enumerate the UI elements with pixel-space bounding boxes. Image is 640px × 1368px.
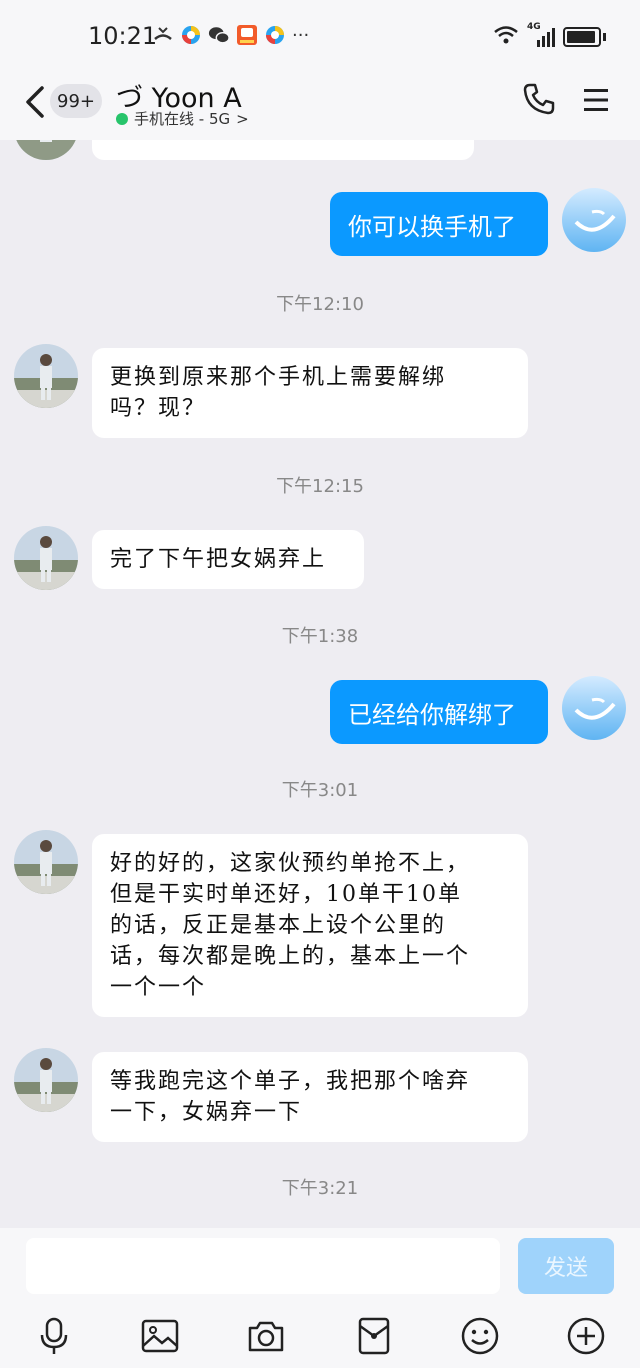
message-line: 一个一个: [110, 975, 207, 1000]
message-bubble-outgoing[interactable]: 你可以换手机了: [330, 192, 548, 256]
input-bar: 发送: [0, 1228, 640, 1368]
battery-icon: [563, 27, 601, 47]
unread-count-badge[interactable]: 99+: [50, 84, 102, 118]
status-text: 手机在线 - 5G: [134, 110, 231, 128]
contact-avatar[interactable]: [14, 344, 78, 408]
message-line: 完了下午把女娲弃上: [110, 547, 327, 572]
image-icon[interactable]: [140, 1316, 180, 1356]
system-icons: 4G: [493, 22, 606, 50]
message-bubble-incoming[interactable]: 完了下午把女娲弃上: [92, 530, 364, 589]
status-time: 10:21: [88, 22, 158, 50]
timestamp: 下午12:15: [276, 476, 364, 497]
message-line: 一下，女娲弃一下: [110, 1100, 303, 1125]
my-avatar[interactable]: [562, 188, 626, 252]
contact-avatar[interactable]: [14, 1048, 78, 1112]
my-avatar[interactable]: [562, 676, 626, 740]
online-status-icon: [116, 112, 128, 125]
message-bubble-incoming[interactable]: 等我跑完这个单子，我把那个啥弃 一下，女娲弃一下: [92, 1052, 528, 1142]
microphone-icon[interactable]: [34, 1316, 74, 1356]
more-notifications: ···: [292, 24, 310, 46]
message-line: 吗？现？: [110, 396, 207, 421]
timestamp: 下午12:10: [276, 294, 364, 315]
message-bubble-incoming[interactable]: 好的好的，这家伙预约单抢不上， 但是干实时单还好，10单干10单 的话，反正是基…: [92, 834, 528, 1017]
avatar[interactable]: [14, 140, 78, 160]
plus-icon[interactable]: [566, 1316, 606, 1356]
message-text: 已经给你解绑了: [348, 700, 516, 729]
contact-avatar[interactable]: [14, 526, 78, 590]
chat-header: 99+ づ Yoon A 手机在线 - 5G >: [0, 72, 640, 140]
message-text: 你可以换手机了: [348, 212, 516, 241]
emoji-icon[interactable]: [460, 1316, 500, 1356]
contact-status[interactable]: 手机在线 - 5G >: [116, 108, 249, 129]
message-bubble-incoming[interactable]: 更换到原来那个手机上需要解绑 吗？现？: [92, 348, 528, 438]
missed-call-icon: [152, 24, 174, 46]
app-badge-icon: [236, 24, 258, 46]
back-button[interactable]: [20, 82, 48, 122]
chevron-right-icon: >: [236, 109, 249, 128]
qq-browser-icon: [264, 24, 286, 46]
status-bar: 10:21 ··· 4G: [0, 0, 640, 72]
timestamp: 下午3:01: [281, 780, 359, 801]
notification-icons: ···: [152, 24, 309, 46]
message-line: 的话，反正是基本上设个公里的: [110, 913, 447, 938]
qq-browser-icon: [180, 24, 202, 46]
timestamp: 下午1:38: [281, 626, 359, 647]
wechat-icon: [208, 24, 230, 46]
camera-icon[interactable]: [246, 1316, 286, 1356]
red-packet-icon[interactable]: [354, 1316, 394, 1356]
message-line: 好的好的，这家伙预约单抢不上，: [110, 851, 471, 876]
wifi-icon: [493, 24, 519, 50]
message-bubble-outgoing[interactable]: 已经给你解绑了: [330, 680, 548, 744]
message-list[interactable]: 你可以换手机了 下午12:10 更换到原来那个手机上需要解绑 吗？现？ 下午12…: [0, 140, 640, 1228]
menu-button[interactable]: [582, 86, 610, 114]
signal-icon: 4G: [527, 22, 555, 48]
contact-avatar[interactable]: [14, 830, 78, 894]
message-input[interactable]: [26, 1238, 500, 1294]
message-line: 更换到原来那个手机上需要解绑: [110, 365, 447, 390]
message-bubble-partial[interactable]: [92, 140, 474, 160]
message-line: 等我跑完这个单子，我把那个啥弃: [110, 1069, 471, 1094]
message-line: 但是干实时单还好，10单干10单: [110, 882, 462, 907]
send-button[interactable]: 发送: [518, 1238, 614, 1294]
message-line: 话，每次都是晚上的，基本上一个: [110, 944, 471, 969]
timestamp: 下午3:21: [281, 1178, 359, 1199]
phone-call-button[interactable]: [522, 82, 556, 116]
